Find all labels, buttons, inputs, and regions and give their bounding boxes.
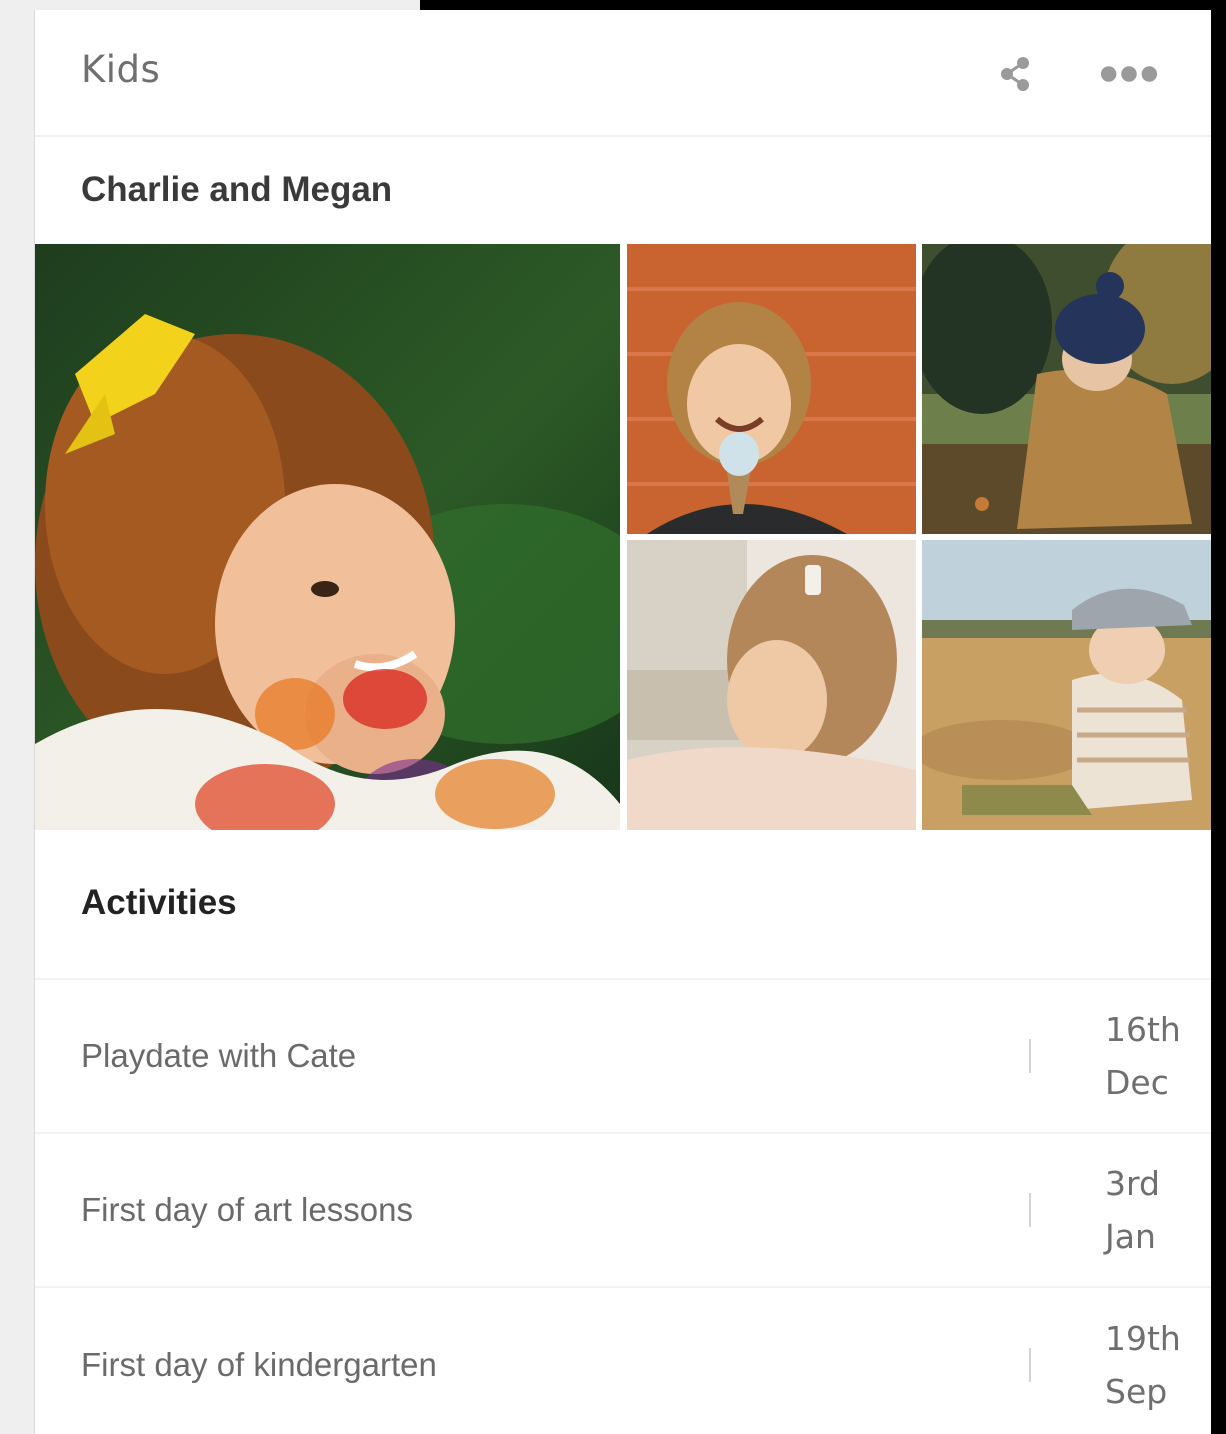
share-icon (1001, 57, 1029, 91)
activity-day: 16th (1105, 1010, 1181, 1049)
activity-separator (1029, 1039, 1031, 1073)
photo-boy-ice-cream[interactable] (627, 244, 916, 534)
activity-month: Sep (1105, 1372, 1168, 1411)
card-title: Kids (81, 48, 161, 91)
photo-image (627, 540, 916, 830)
photo-baby-on-sand[interactable] (922, 540, 1211, 830)
activity-date: 16th Dec (1105, 1003, 1181, 1109)
more-horizontal-icon (1100, 66, 1158, 82)
activity-day: 19th (1105, 1319, 1181, 1358)
share-button[interactable] (985, 44, 1045, 104)
activities-title: Activities (81, 883, 237, 922)
activity-date: 19th Sep (1105, 1312, 1181, 1418)
photo-image (35, 244, 620, 830)
activity-date: 3rd Jan (1105, 1157, 1160, 1263)
photo-image (922, 244, 1211, 534)
activity-name: Playdate with Cate (81, 1037, 357, 1074)
more-options-button[interactable] (1099, 44, 1159, 104)
photo-image (922, 540, 1211, 830)
card-header: Kids (35, 10, 1211, 137)
photo-image (627, 244, 916, 534)
activity-separator (1029, 1348, 1031, 1382)
activity-name: First day of art lessons (81, 1191, 413, 1228)
activity-month: Jan (1105, 1217, 1156, 1256)
activity-item[interactable]: First day of kindergarten 19th Sep (35, 1288, 1211, 1434)
activity-name: First day of kindergarten (81, 1346, 437, 1383)
photo-toddler-blue-hat[interactable] (922, 244, 1211, 534)
activity-item[interactable]: First day of art lessons 3rd Jan (35, 1134, 1211, 1288)
activity-separator (1029, 1193, 1031, 1227)
photo-girl-hair-clip[interactable] (627, 540, 916, 830)
activity-day: 3rd (1105, 1164, 1160, 1203)
activity-month: Dec (1105, 1063, 1169, 1102)
activity-item[interactable]: Playdate with Cate 16th Dec (35, 980, 1211, 1134)
kids-card: Kids Charlie and Megan Activities Playda… (34, 10, 1211, 1434)
album-title: Charlie and Megan (81, 170, 393, 209)
photo-girl-face-paint[interactable] (35, 244, 620, 830)
photo-gallery (35, 244, 1211, 830)
